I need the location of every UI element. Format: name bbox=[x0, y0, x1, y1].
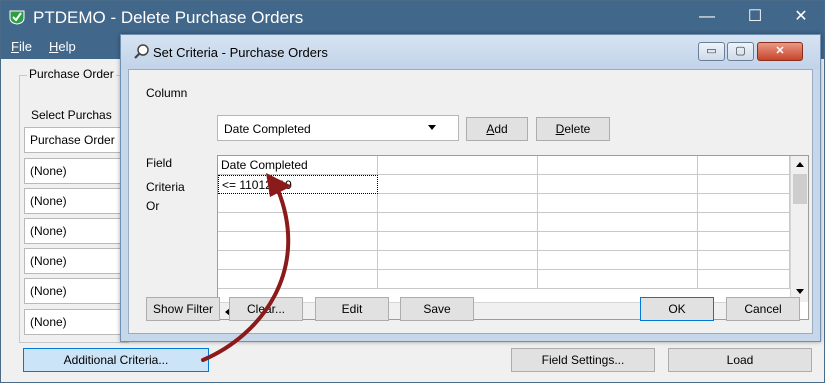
ok-button[interactable]: OK bbox=[640, 297, 714, 321]
edit-button[interactable]: Edit bbox=[315, 297, 389, 321]
column-select[interactable]: Date Completed bbox=[217, 115, 459, 141]
menu-help-label: elp bbox=[58, 39, 76, 54]
show-filter-button[interactable]: Show Filter bbox=[146, 297, 220, 321]
grid-or-cell[interactable] bbox=[378, 194, 538, 213]
save-button[interactable]: Save bbox=[400, 297, 474, 321]
dialog-close-button[interactable]: ✕ bbox=[757, 42, 803, 61]
grid-or-cell[interactable] bbox=[538, 194, 698, 213]
criteria-field-0[interactable]: Purchase Order bbox=[24, 127, 134, 153]
window-title: PTDEMO - Delete Purchase Orders bbox=[33, 8, 304, 27]
vertical-scrollbar[interactable] bbox=[790, 156, 808, 302]
scroll-down-icon[interactable] bbox=[795, 288, 805, 296]
select-label: Select Purchas bbox=[31, 108, 112, 122]
or-row-label: Or bbox=[146, 199, 160, 213]
grid-cell[interactable] bbox=[538, 213, 698, 232]
maximize-button[interactable]: ☐ bbox=[732, 1, 778, 35]
menu-help-accel: H bbox=[49, 39, 59, 54]
menu-file-label: ile bbox=[18, 39, 32, 54]
grid-cell[interactable] bbox=[698, 232, 790, 251]
minimize-button[interactable]: — bbox=[684, 1, 730, 35]
criteria-field-3[interactable]: (None) bbox=[24, 218, 134, 244]
grid-cell[interactable] bbox=[378, 251, 538, 270]
criteria-field-5[interactable]: (None) bbox=[24, 278, 134, 304]
shield-check-icon bbox=[9, 10, 25, 25]
add-button[interactable]: Add bbox=[466, 117, 528, 141]
delete-accel: D bbox=[555, 122, 565, 136]
delete-button[interactable]: Delete bbox=[536, 117, 610, 141]
field-row-label: Field bbox=[146, 156, 173, 170]
grid-cell[interactable] bbox=[538, 232, 698, 251]
additional-criteria-button[interactable]: Additional Criteria... bbox=[23, 348, 209, 372]
grid-criteria-cell[interactable] bbox=[698, 175, 790, 194]
menu-help[interactable]: Help bbox=[49, 39, 76, 54]
add-label: dd bbox=[494, 122, 508, 136]
grid-cell[interactable] bbox=[218, 251, 378, 270]
menu-file[interactable]: File bbox=[11, 39, 32, 54]
field-settings-button[interactable]: Field Settings... bbox=[511, 348, 655, 372]
close-button[interactable]: ✕ bbox=[778, 1, 824, 35]
clear-button[interactable]: Clear... bbox=[229, 297, 303, 321]
grid-cell[interactable] bbox=[698, 270, 790, 289]
dropdown-arrow-icon[interactable] bbox=[428, 125, 436, 130]
dialog-titlebar: Set Criteria - Purchase Orders ▭ ▢ ✕ bbox=[121, 35, 820, 69]
dialog-minimize-button[interactable]: ▭ bbox=[698, 42, 725, 61]
column-label: Column bbox=[146, 86, 188, 100]
grid-cell[interactable] bbox=[218, 232, 378, 251]
grid-cell[interactable] bbox=[378, 213, 538, 232]
grid-cell[interactable] bbox=[538, 251, 698, 270]
grid-criteria-cell[interactable] bbox=[378, 175, 538, 194]
grid-header-cell[interactable] bbox=[378, 156, 538, 175]
grid-or-cell[interactable] bbox=[218, 194, 378, 213]
criteria-field-6[interactable]: (None) bbox=[24, 309, 134, 335]
criteria-grid[interactable]: Date Completed <= 11012019 bbox=[217, 155, 809, 320]
grid-cell[interactable] bbox=[218, 270, 378, 289]
load-button[interactable]: Load bbox=[668, 348, 812, 372]
grid-cell[interactable] bbox=[218, 213, 378, 232]
grid-cell[interactable] bbox=[378, 232, 538, 251]
delete-label: elete bbox=[564, 122, 591, 136]
criteria-field-4[interactable]: (None) bbox=[24, 248, 134, 274]
main-titlebar: PTDEMO - Delete Purchase Orders — ☐ ✕ bbox=[1, 1, 824, 35]
menu-file-accel: F bbox=[11, 39, 19, 54]
grid-cell[interactable] bbox=[698, 251, 790, 270]
grid-cell[interactable] bbox=[378, 270, 538, 289]
grid-header-cell[interactable]: Date Completed bbox=[218, 156, 378, 175]
grid-cell[interactable] bbox=[538, 270, 698, 289]
criteria-field-1[interactable]: (None) bbox=[24, 158, 134, 184]
dialog-maximize-button[interactable]: ▢ bbox=[727, 42, 754, 61]
grid-cell[interactable] bbox=[698, 213, 790, 232]
set-criteria-dialog: Set Criteria - Purchase Orders ▭ ▢ ✕ Col… bbox=[120, 34, 821, 342]
grid-header-cell[interactable] bbox=[538, 156, 698, 175]
grid-header-cell[interactable] bbox=[698, 156, 790, 175]
dialog-title: Set Criteria - Purchase Orders bbox=[153, 45, 328, 60]
group-title: Purchase Order bbox=[27, 67, 116, 81]
grid-or-cell[interactable] bbox=[698, 194, 790, 213]
grid-criteria-cell[interactable] bbox=[538, 175, 698, 194]
criteria-row-label: Criteria bbox=[146, 180, 185, 194]
criteria-field-2[interactable]: (None) bbox=[24, 188, 134, 214]
vertical-scroll-thumb[interactable] bbox=[793, 174, 807, 204]
dialog-body: Column Date Completed Add Delete Field C… bbox=[128, 69, 813, 334]
cancel-button[interactable]: Cancel bbox=[726, 297, 800, 321]
grid-criteria-cell[interactable]: <= 11012019 bbox=[218, 175, 378, 194]
magnifier-icon bbox=[134, 44, 149, 59]
scroll-up-icon[interactable] bbox=[795, 160, 805, 168]
